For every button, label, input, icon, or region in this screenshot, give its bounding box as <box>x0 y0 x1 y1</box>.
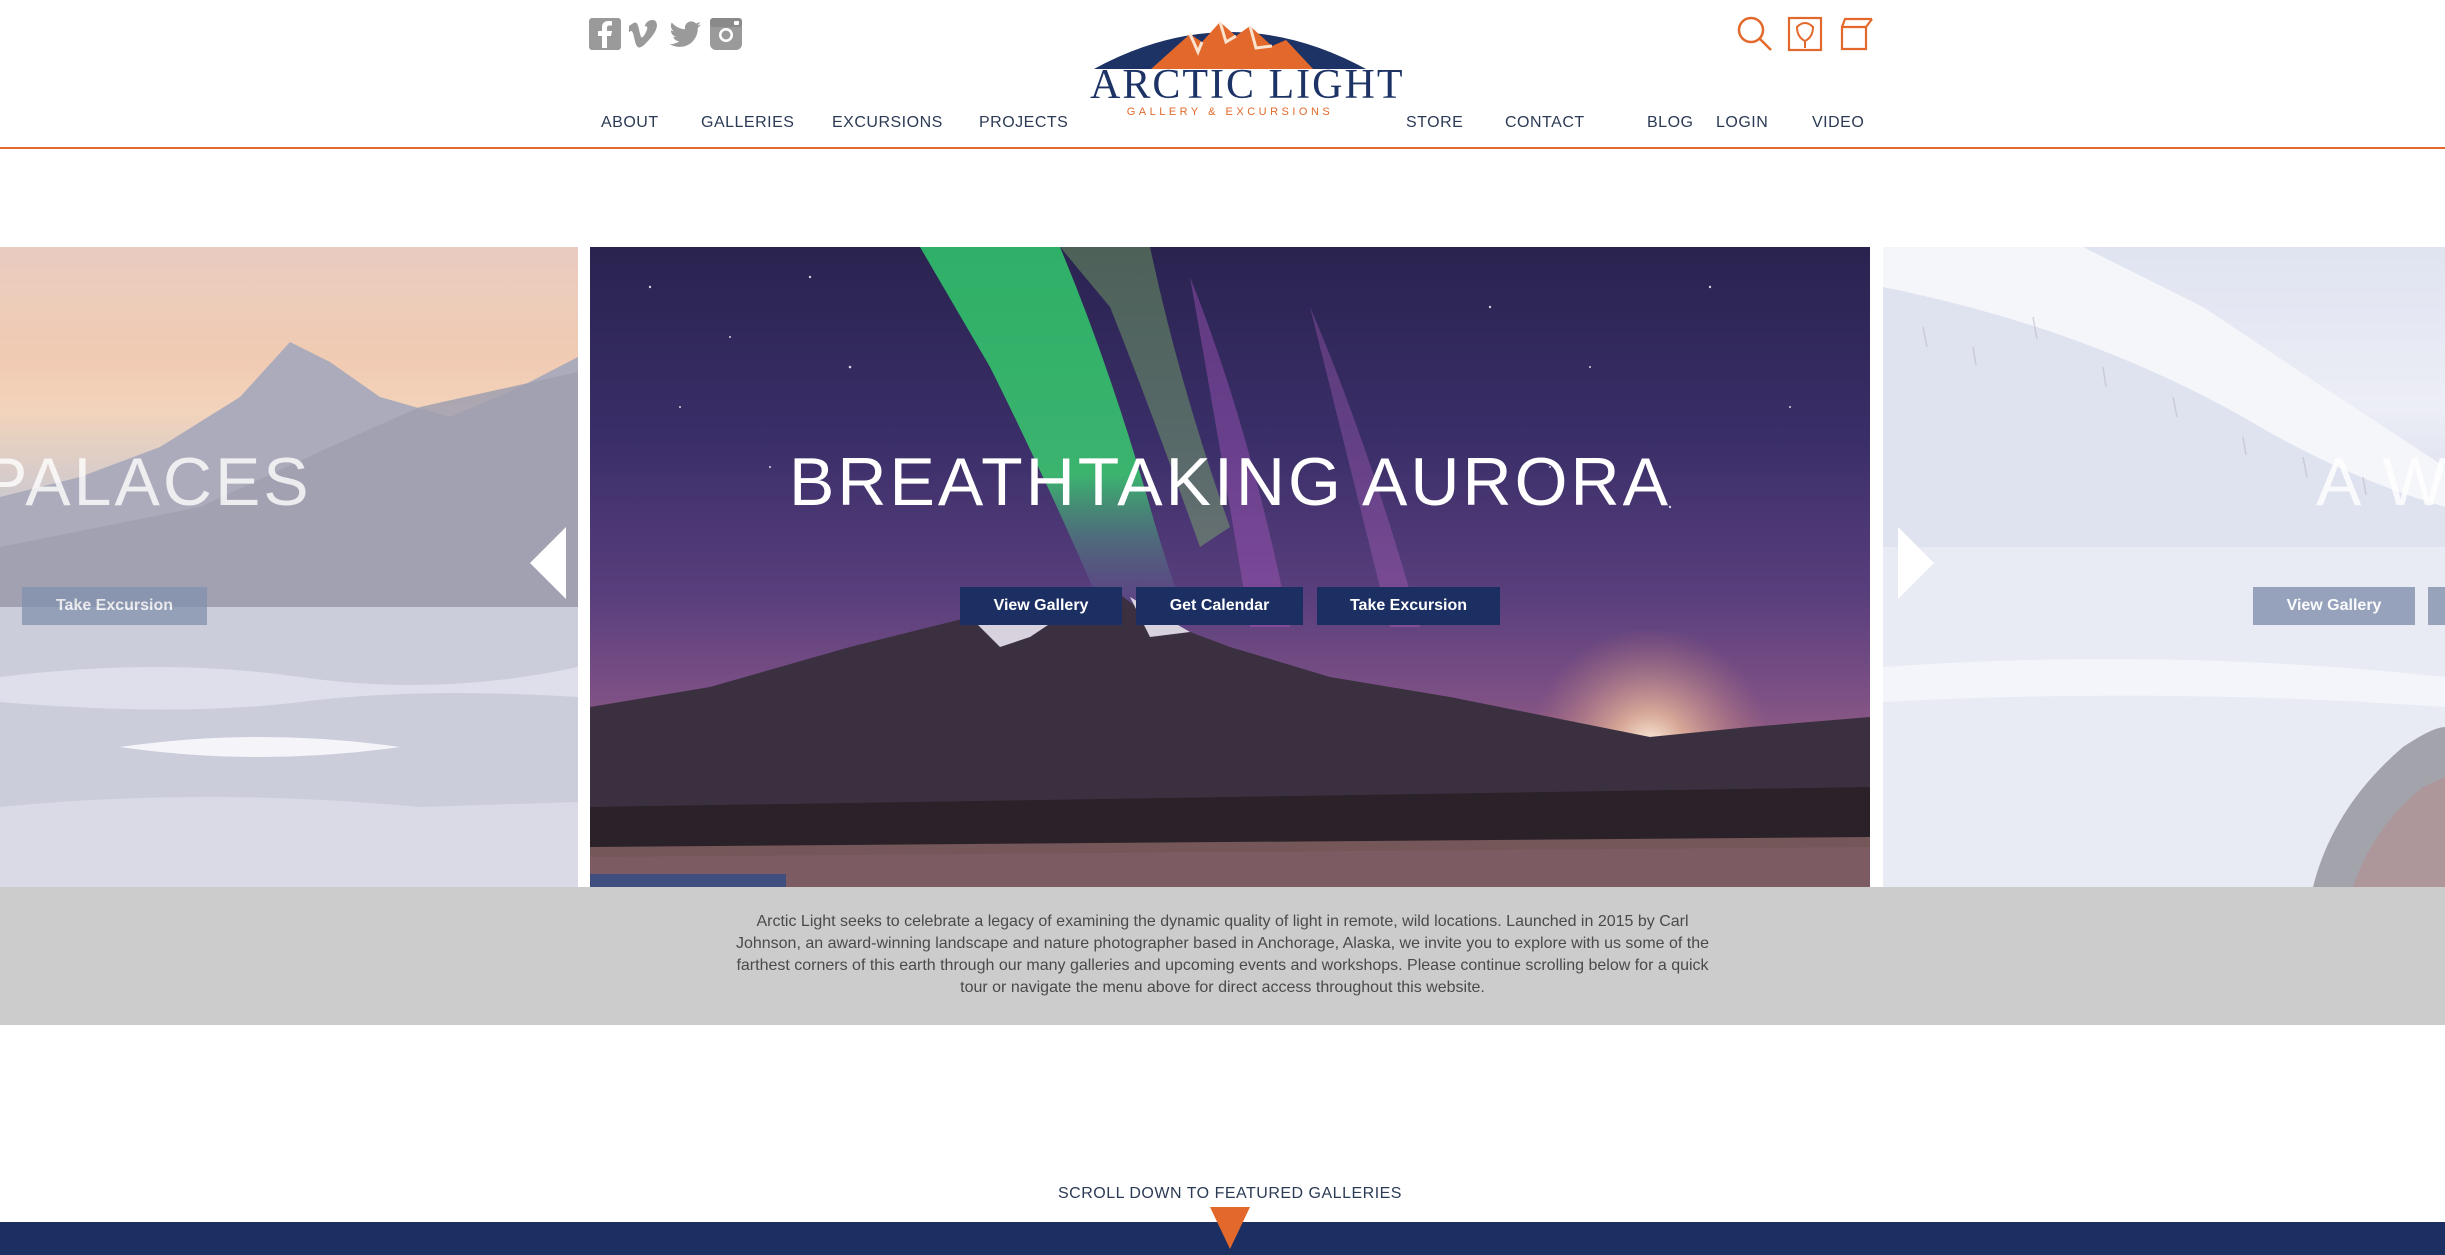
take-excursion-button[interactable]: Take Excursion <box>1317 587 1500 625</box>
slide-current-title: BREATHTAKING AURORA <box>789 444 1671 520</box>
slide-previous-title: PALACES <box>0 444 312 520</box>
instagram-icon[interactable] <box>709 17 743 51</box>
nav-video[interactable]: VIDEO <box>1812 114 1864 132</box>
slide-current[interactable]: BREATHTAKING AURORA View Gallery Get Cal… <box>590 247 1870 887</box>
nav-store[interactable]: STORE <box>1406 114 1463 132</box>
account-icon[interactable] <box>1786 15 1824 53</box>
intro-section: Arctic Light seeks to celebrate a legacy… <box>0 887 2445 1025</box>
intro-text: Arctic Light seeks to celebrate a legacy… <box>735 913 1710 996</box>
arrow-left-icon[interactable] <box>526 525 570 601</box>
scroll-down-label[interactable]: SCROLL DOWN TO FEATURED GALLERIES <box>0 1185 2445 1203</box>
cart-icon[interactable] <box>1836 15 1874 53</box>
nav-about[interactable]: ABOUT <box>601 114 659 132</box>
site-header: ARCTIC LIGHT GALLERY & EXCURSIONS ABOUT … <box>0 0 2445 150</box>
get-calendar-button[interactable]: Get Calendar <box>1136 587 1303 625</box>
nav-contact[interactable]: CONTACT <box>1505 114 1585 132</box>
nav-projects[interactable]: PROJECTS <box>979 114 1068 132</box>
slide-next-view-gallery-button[interactable]: View Gallery <box>2253 587 2415 625</box>
slide-next[interactable]: A W View Gallery <box>1883 247 2445 887</box>
slide-progress-bar <box>590 874 786 887</box>
twitter-icon[interactable] <box>668 17 702 51</box>
search-icon[interactable] <box>1736 15 1774 53</box>
nav-excursions[interactable]: EXCURSIONS <box>832 114 943 132</box>
arrow-right-icon[interactable] <box>1894 525 1938 601</box>
nav-galleries[interactable]: GALLERIES <box>701 114 794 132</box>
slide-next-title: A W <box>2316 444 2445 520</box>
facebook-icon[interactable] <box>588 17 622 51</box>
triangle-down-icon[interactable] <box>1208 1205 1252 1253</box>
logo-title: ARCTIC LIGHT <box>1090 62 1405 108</box>
slide-previous-take-excursion-button[interactable]: Take Excursion <box>22 587 207 625</box>
aurora-image <box>590 247 1870 887</box>
slide-previous[interactable]: PALACES Take Excursion <box>0 247 578 887</box>
vimeo-icon[interactable] <box>627 17 661 51</box>
logo-subtitle: GALLERY & EXCURSIONS <box>1126 106 1334 118</box>
nav-blog[interactable]: BLOG <box>1647 114 1693 132</box>
site-logo[interactable]: ARCTIC LIGHT GALLERY & EXCURSIONS <box>1090 12 1405 118</box>
header-divider <box>0 147 2445 149</box>
slide-next-partial-button[interactable] <box>2428 587 2445 625</box>
view-gallery-button[interactable]: View Gallery <box>960 587 1122 625</box>
hero-slider: PALACES Take Excursion BREATHTAKING AURO… <box>0 247 2445 887</box>
nav-login[interactable]: LOGIN <box>1716 114 1768 132</box>
